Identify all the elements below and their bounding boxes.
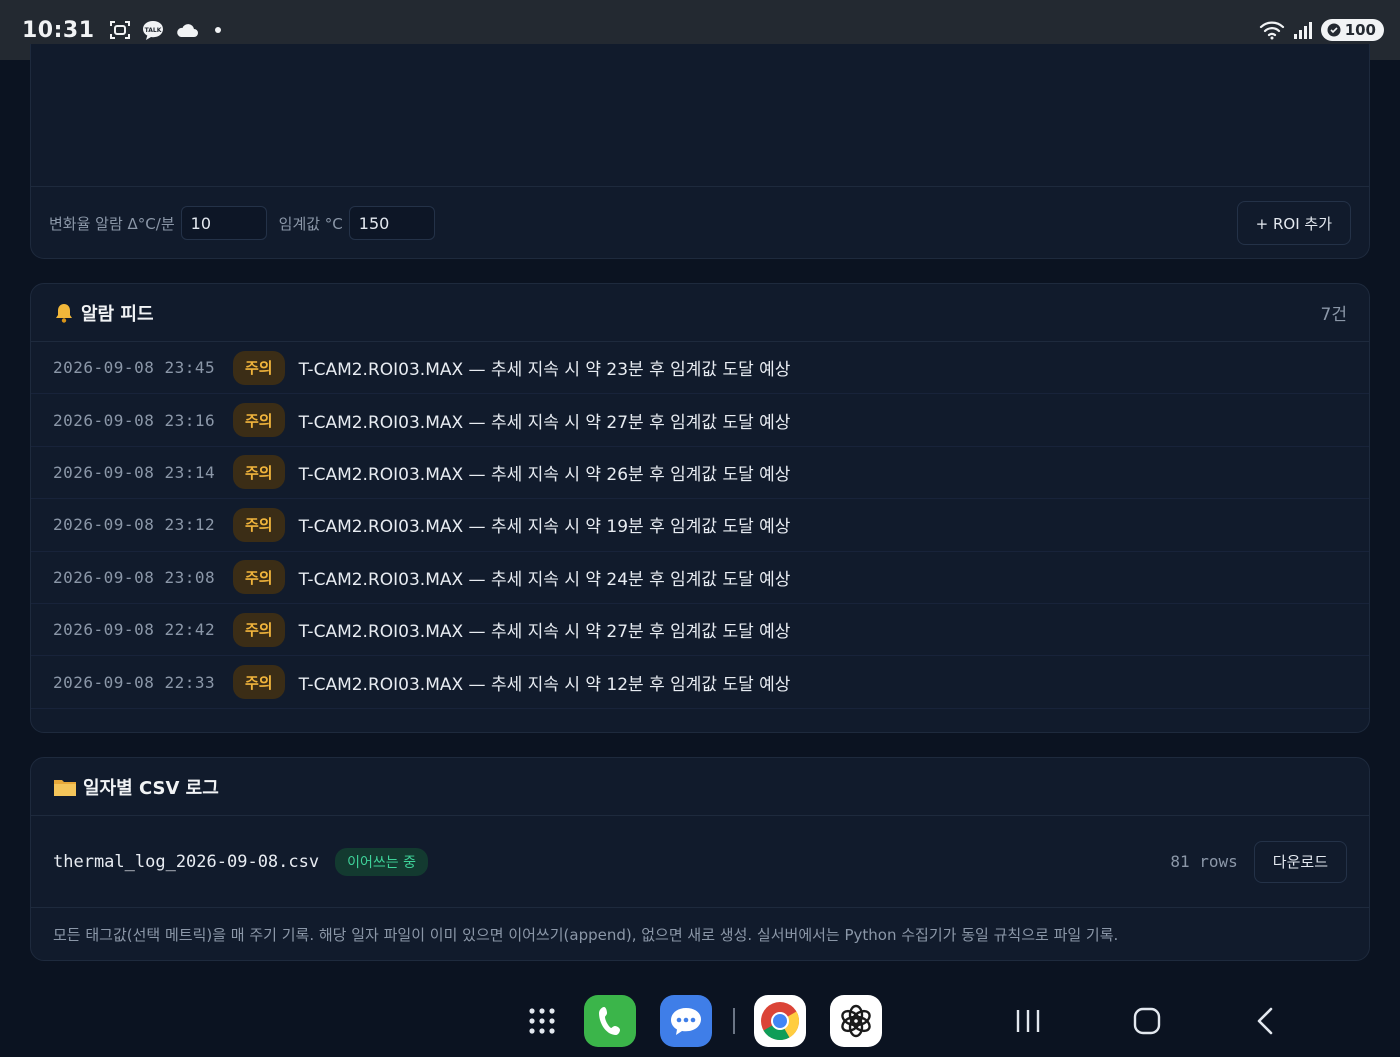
csv-log-title: 일자별 CSV 로그 [83, 777, 219, 799]
alarm-list[interactable]: 2026-09-08 23:45 주의 T-CAM2.ROI03.MAX — 추… [31, 342, 1369, 709]
alarm-level-badge: 주의 [233, 612, 285, 647]
alarm-feed-header: 알람 피드 7건 [31, 284, 1369, 342]
csv-file-name: thermal_log_2026-09-08.csv [53, 851, 320, 872]
rate-alarm-label: 변화율 알람 Δ°C/분 [49, 214, 175, 233]
back-icon[interactable] [1254, 1007, 1278, 1035]
svg-text:TALK: TALK [144, 27, 161, 34]
alarm-row: 2026-09-08 23:16 주의 T-CAM2.ROI03.MAX — 추… [31, 394, 1369, 447]
talk-icon: TALK [142, 21, 163, 40]
alarm-message: T-CAM2.ROI03.MAX — 추세 지속 시 약 24분 후 임계값 도… [298, 569, 791, 590]
csv-log-note: 모든 태그값(선택 메트릭)을 매 주기 기록. 해당 일자 파일이 이미 있으… [53, 926, 1119, 944]
navigation-bar [0, 985, 1400, 1057]
wifi-icon [1259, 21, 1284, 40]
threshold-label: 임계값 °C [278, 214, 343, 233]
alarm-time: 2026-09-08 23:45 [53, 358, 216, 378]
alarm-level-badge: 주의 [233, 350, 285, 385]
alarm-time: 2026-09-08 23:12 [53, 515, 216, 535]
folder-icon [54, 779, 76, 796]
alarm-level-badge: 주의 [233, 403, 285, 438]
csv-row-count: 81 rows [1170, 852, 1238, 871]
chatgpt-app-icon[interactable] [830, 995, 882, 1047]
chrome-app-icon[interactable] [754, 995, 806, 1047]
roi-settings-card: 변화율 알람 Δ°C/분 10 임계값 °C 150 + ROI 추가 [30, 44, 1370, 259]
signal-icon [1293, 22, 1312, 39]
status-time: 10:31 [22, 17, 95, 43]
csv-status-badge: 이어쓰는 중 [335, 847, 428, 876]
alarm-message: T-CAM2.ROI03.MAX — 추세 지속 시 약 26분 후 임계값 도… [298, 464, 791, 485]
rate-alarm-input[interactable]: 10 [180, 206, 267, 240]
alarm-row: 2026-09-08 22:42 주의 T-CAM2.ROI03.MAX — 추… [31, 604, 1369, 657]
alarm-row: 2026-09-08 23:45 주의 T-CAM2.ROI03.MAX — 추… [31, 342, 1369, 395]
alarm-row: 2026-09-08 23:12 주의 T-CAM2.ROI03.MAX — 추… [31, 499, 1369, 552]
screenshot-icon [109, 21, 130, 39]
threshold-input[interactable]: 150 [348, 206, 435, 240]
alarm-message: T-CAM2.ROI03.MAX — 추세 지속 시 약 27분 후 임계값 도… [298, 412, 791, 433]
alarm-message: T-CAM2.ROI03.MAX — 추세 지속 시 약 12분 후 임계값 도… [298, 674, 791, 695]
shield-icon [1327, 23, 1341, 37]
phone-app-icon[interactable] [584, 995, 636, 1047]
battery-indicator: 100 [1320, 19, 1384, 41]
alarm-level-badge: 주의 [233, 455, 285, 490]
alarm-message: T-CAM2.ROI03.MAX — 추세 지속 시 약 19분 후 임계값 도… [298, 517, 791, 538]
alarm-row: 2026-09-08 23:14 주의 T-CAM2.ROI03.MAX — 추… [31, 447, 1369, 500]
dock-divider [733, 1008, 735, 1034]
alarm-level-badge: 주의 [233, 560, 285, 595]
alarm-time: 2026-09-08 23:16 [53, 410, 216, 430]
alarm-row: 2026-09-08 23:08 주의 T-CAM2.ROI03.MAX — 추… [31, 552, 1369, 604]
csv-log-card: 일자별 CSV 로그 thermal_log_2026-09-08.csv 이어… [30, 757, 1370, 961]
roi-preview-area [31, 44, 1369, 187]
alarm-settings-row: 변화율 알람 Δ°C/분 10 임계값 °C 150 + ROI 추가 [31, 187, 1369, 258]
alarm-feed-title: 알람 피드 [81, 303, 154, 325]
recent-apps-icon[interactable] [1014, 1007, 1042, 1035]
alarm-message: T-CAM2.ROI03.MAX — 추세 지속 시 약 27분 후 임계값 도… [298, 622, 791, 643]
cloud-icon [176, 24, 198, 37]
alarm-row: 2026-09-08 22:33 주의 T-CAM2.ROI03.MAX — 추… [31, 656, 1369, 709]
alarm-message: T-CAM2.ROI03.MAX — 추세 지속 시 약 23분 후 임계값 도… [298, 360, 791, 381]
messages-app-icon[interactable] [660, 995, 712, 1047]
app-drawer-icon[interactable] [528, 1007, 556, 1035]
alarm-feed-card: 알람 피드 7건 2026-09-08 23:45 주의 T-CAM2.ROI0… [30, 283, 1370, 733]
csv-log-header: 일자별 CSV 로그 [31, 758, 1369, 816]
more-notifications-dot [214, 27, 221, 33]
add-roi-button[interactable]: + ROI 추가 [1236, 201, 1351, 245]
home-icon[interactable] [1133, 1007, 1161, 1035]
alarm-count: 7건 [1320, 305, 1347, 325]
alarm-time: 2026-09-08 23:08 [53, 567, 216, 587]
download-button[interactable]: 다운로드 [1253, 840, 1347, 883]
csv-file-row: thermal_log_2026-09-08.csv 이어쓰는 중 81 row… [31, 816, 1369, 908]
alarm-time: 2026-09-08 22:33 [53, 672, 216, 692]
status-notification-icons: TALK [109, 19, 221, 41]
alarm-level-badge: 주의 [233, 507, 285, 542]
battery-level: 100 [1344, 21, 1376, 39]
bell-icon [56, 303, 72, 323]
alarm-level-badge: 주의 [233, 665, 285, 700]
alarm-time: 2026-09-08 23:14 [53, 462, 216, 482]
alarm-time: 2026-09-08 22:42 [53, 620, 216, 640]
